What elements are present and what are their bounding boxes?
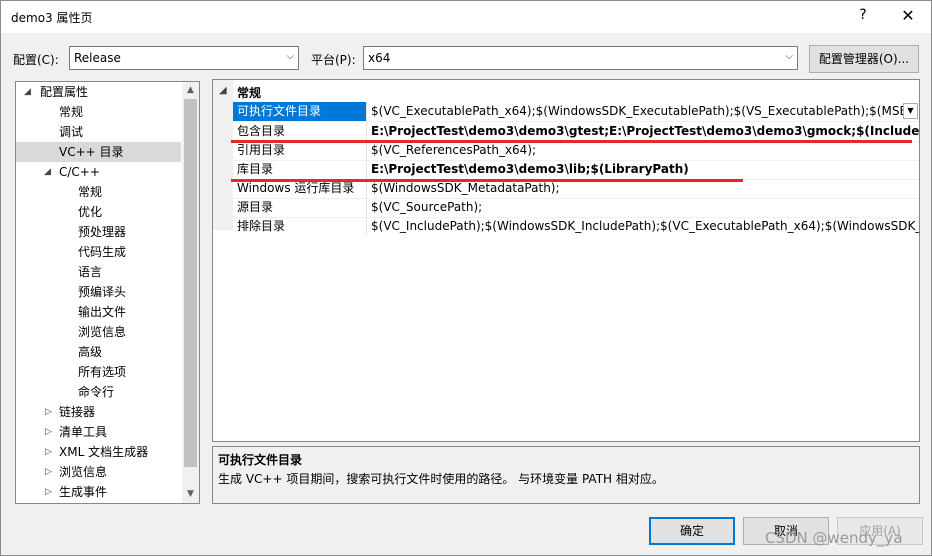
description-title: 可执行文件目录 — [218, 453, 303, 467]
tree-item-config-properties[interactable]: 配置属性 — [40, 82, 88, 102]
tree-item-debugging[interactable]: 调试 — [59, 122, 83, 142]
tree-item-all-options[interactable]: 所有选项 — [78, 362, 126, 382]
expand-arrow-icon[interactable]: ▷ — [45, 407, 52, 417]
property-row[interactable]: 包含目录 E:\ProjectTest\demo3\demo3\gtest;E:… — [233, 122, 919, 141]
property-name[interactable]: 排除目录 — [233, 217, 367, 236]
chevron-down-icon: ⌵ — [785, 51, 793, 62]
tree-item-browse-info[interactable]: 浏览信息 — [78, 322, 126, 342]
watermark: CSDN @wendy_ya — [765, 529, 903, 547]
property-grid: ◢ 常规 可执行文件目录 $(VC_ExecutablePath_x64);$(… — [212, 79, 920, 442]
scroll-up-icon[interactable]: ▲ — [182, 82, 199, 99]
tree-item-optimization[interactable]: 优化 — [78, 202, 102, 222]
property-value[interactable]: $(VC_IncludePath);$(WindowsSDK_IncludePa… — [371, 217, 919, 236]
tree-item-command-line[interactable]: 命令行 — [78, 382, 114, 402]
property-row[interactable]: 可执行文件目录 $(VC_ExecutablePath_x64);$(Windo… — [233, 102, 919, 121]
description-panel: 可执行文件目录 生成 VC++ 项目期间，搜索可执行文件时使用的路径。 与环境变… — [212, 446, 920, 504]
property-row[interactable]: 引用目录 $(VC_ReferencesPath_x64); — [233, 141, 919, 160]
tree-item-language[interactable]: 语言 — [78, 262, 102, 282]
property-row[interactable]: 源目录 $(VC_SourcePath); — [233, 198, 919, 217]
scroll-down-icon[interactable]: ▼ — [182, 486, 199, 503]
tree-item-xml-doc-generator[interactable]: XML 文档生成器 — [59, 442, 148, 462]
platform-select[interactable]: x64 ⌵ — [363, 46, 798, 70]
tree-item-manifest-tool[interactable]: 清单工具 — [59, 422, 107, 442]
expand-arrow-icon[interactable]: ▷ — [45, 447, 52, 457]
property-value[interactable]: $(VC_SourcePath); — [371, 198, 919, 217]
scrollbar-thumb[interactable] — [184, 99, 197, 467]
expand-arrow-icon[interactable]: ▷ — [45, 427, 52, 437]
collapse-arrow-icon[interactable]: ◢ — [44, 167, 51, 177]
tree-scrollbar[interactable]: ▲ ▼ — [182, 82, 199, 503]
property-value[interactable]: $(VC_ExecutablePath_x64);$(WindowsSDK_Ex… — [371, 102, 903, 121]
window-title: demo3 属性页 — [11, 11, 93, 25]
platform-label: 平台(P): — [311, 53, 356, 67]
property-row[interactable]: 排除目录 $(VC_IncludePath);$(WindowsSDK_Incl… — [233, 217, 919, 236]
collapse-arrow-icon[interactable]: ◢ — [24, 87, 31, 97]
property-name[interactable]: 包含目录 — [233, 122, 367, 141]
help-button[interactable]: ? — [853, 7, 873, 27]
tree-item-cpp-general[interactable]: 常规 — [78, 182, 102, 202]
config-value: Release — [74, 51, 121, 65]
tree-item-output-files[interactable]: 输出文件 — [78, 302, 126, 322]
tree-item-general[interactable]: 常规 — [59, 102, 83, 122]
tree-item-advanced[interactable]: 高级 — [78, 342, 102, 362]
dropdown-arrow-icon[interactable]: ▼ — [903, 103, 918, 119]
config-select[interactable]: Release ⌵ — [69, 46, 299, 70]
platform-value: x64 — [368, 51, 391, 65]
close-button[interactable]: ✕ — [894, 4, 922, 28]
property-value[interactable]: $(VC_ReferencesPath_x64); — [371, 141, 919, 160]
expand-arrow-icon[interactable]: ▷ — [45, 487, 52, 497]
ok-button[interactable]: 确定 — [649, 517, 735, 545]
grid-gutter — [213, 80, 233, 230]
chevron-down-icon: ⌵ — [286, 51, 294, 62]
property-name[interactable]: 源目录 — [233, 198, 367, 217]
tree-item-build-events[interactable]: 生成事件 — [59, 482, 107, 502]
annotation-underline — [231, 140, 912, 143]
tree-item-cpp[interactable]: C/C++ — [59, 162, 100, 182]
config-label: 配置(C): — [13, 53, 59, 67]
category-header: 常规 — [237, 86, 262, 100]
tree-item-code-generation[interactable]: 代码生成 — [78, 242, 126, 262]
property-name[interactable]: 库目录 — [233, 160, 367, 179]
tree-item-preprocessor[interactable]: 预处理器 — [78, 222, 126, 242]
collapse-arrow-icon[interactable]: ◢ — [219, 85, 227, 96]
title-bar: demo3 属性页 ? ✕ — [1, 1, 931, 33]
property-value[interactable]: E:\ProjectTest\demo3\demo3\gtest;E:\Proj… — [371, 122, 919, 141]
tree-item-precompiled-headers[interactable]: 预编译头 — [78, 282, 126, 302]
property-row[interactable]: 库目录 E:\ProjectTest\demo3\demo3\lib;$(Lib… — [233, 160, 919, 179]
expand-arrow-icon[interactable]: ▷ — [45, 467, 52, 477]
property-name[interactable]: 引用目录 — [233, 141, 367, 160]
property-name[interactable]: 可执行文件目录 — [233, 102, 367, 121]
annotation-underline — [231, 179, 743, 182]
tree-item-linker[interactable]: 链接器 — [59, 402, 95, 422]
tree-item-vc-directories[interactable]: VC++ 目录 — [16, 142, 181, 162]
property-tree: ◢ 配置属性 常规 调试 VC++ 目录 ◢ C/C++ 常规 优化 预处理器 … — [15, 81, 200, 504]
tree-item-browse-information[interactable]: 浏览信息 — [59, 462, 107, 482]
properties-dialog: demo3 属性页 ? ✕ 配置(C): Release ⌵ 平台(P): x6… — [0, 0, 932, 556]
description-text: 生成 VC++ 项目期间，搜索可执行文件时使用的路径。 与环境变量 PATH 相… — [218, 472, 664, 486]
property-value[interactable]: E:\ProjectTest\demo3\demo3\lib;$(Library… — [371, 160, 919, 179]
config-manager-button[interactable]: 配置管理器(O)... — [809, 45, 919, 73]
